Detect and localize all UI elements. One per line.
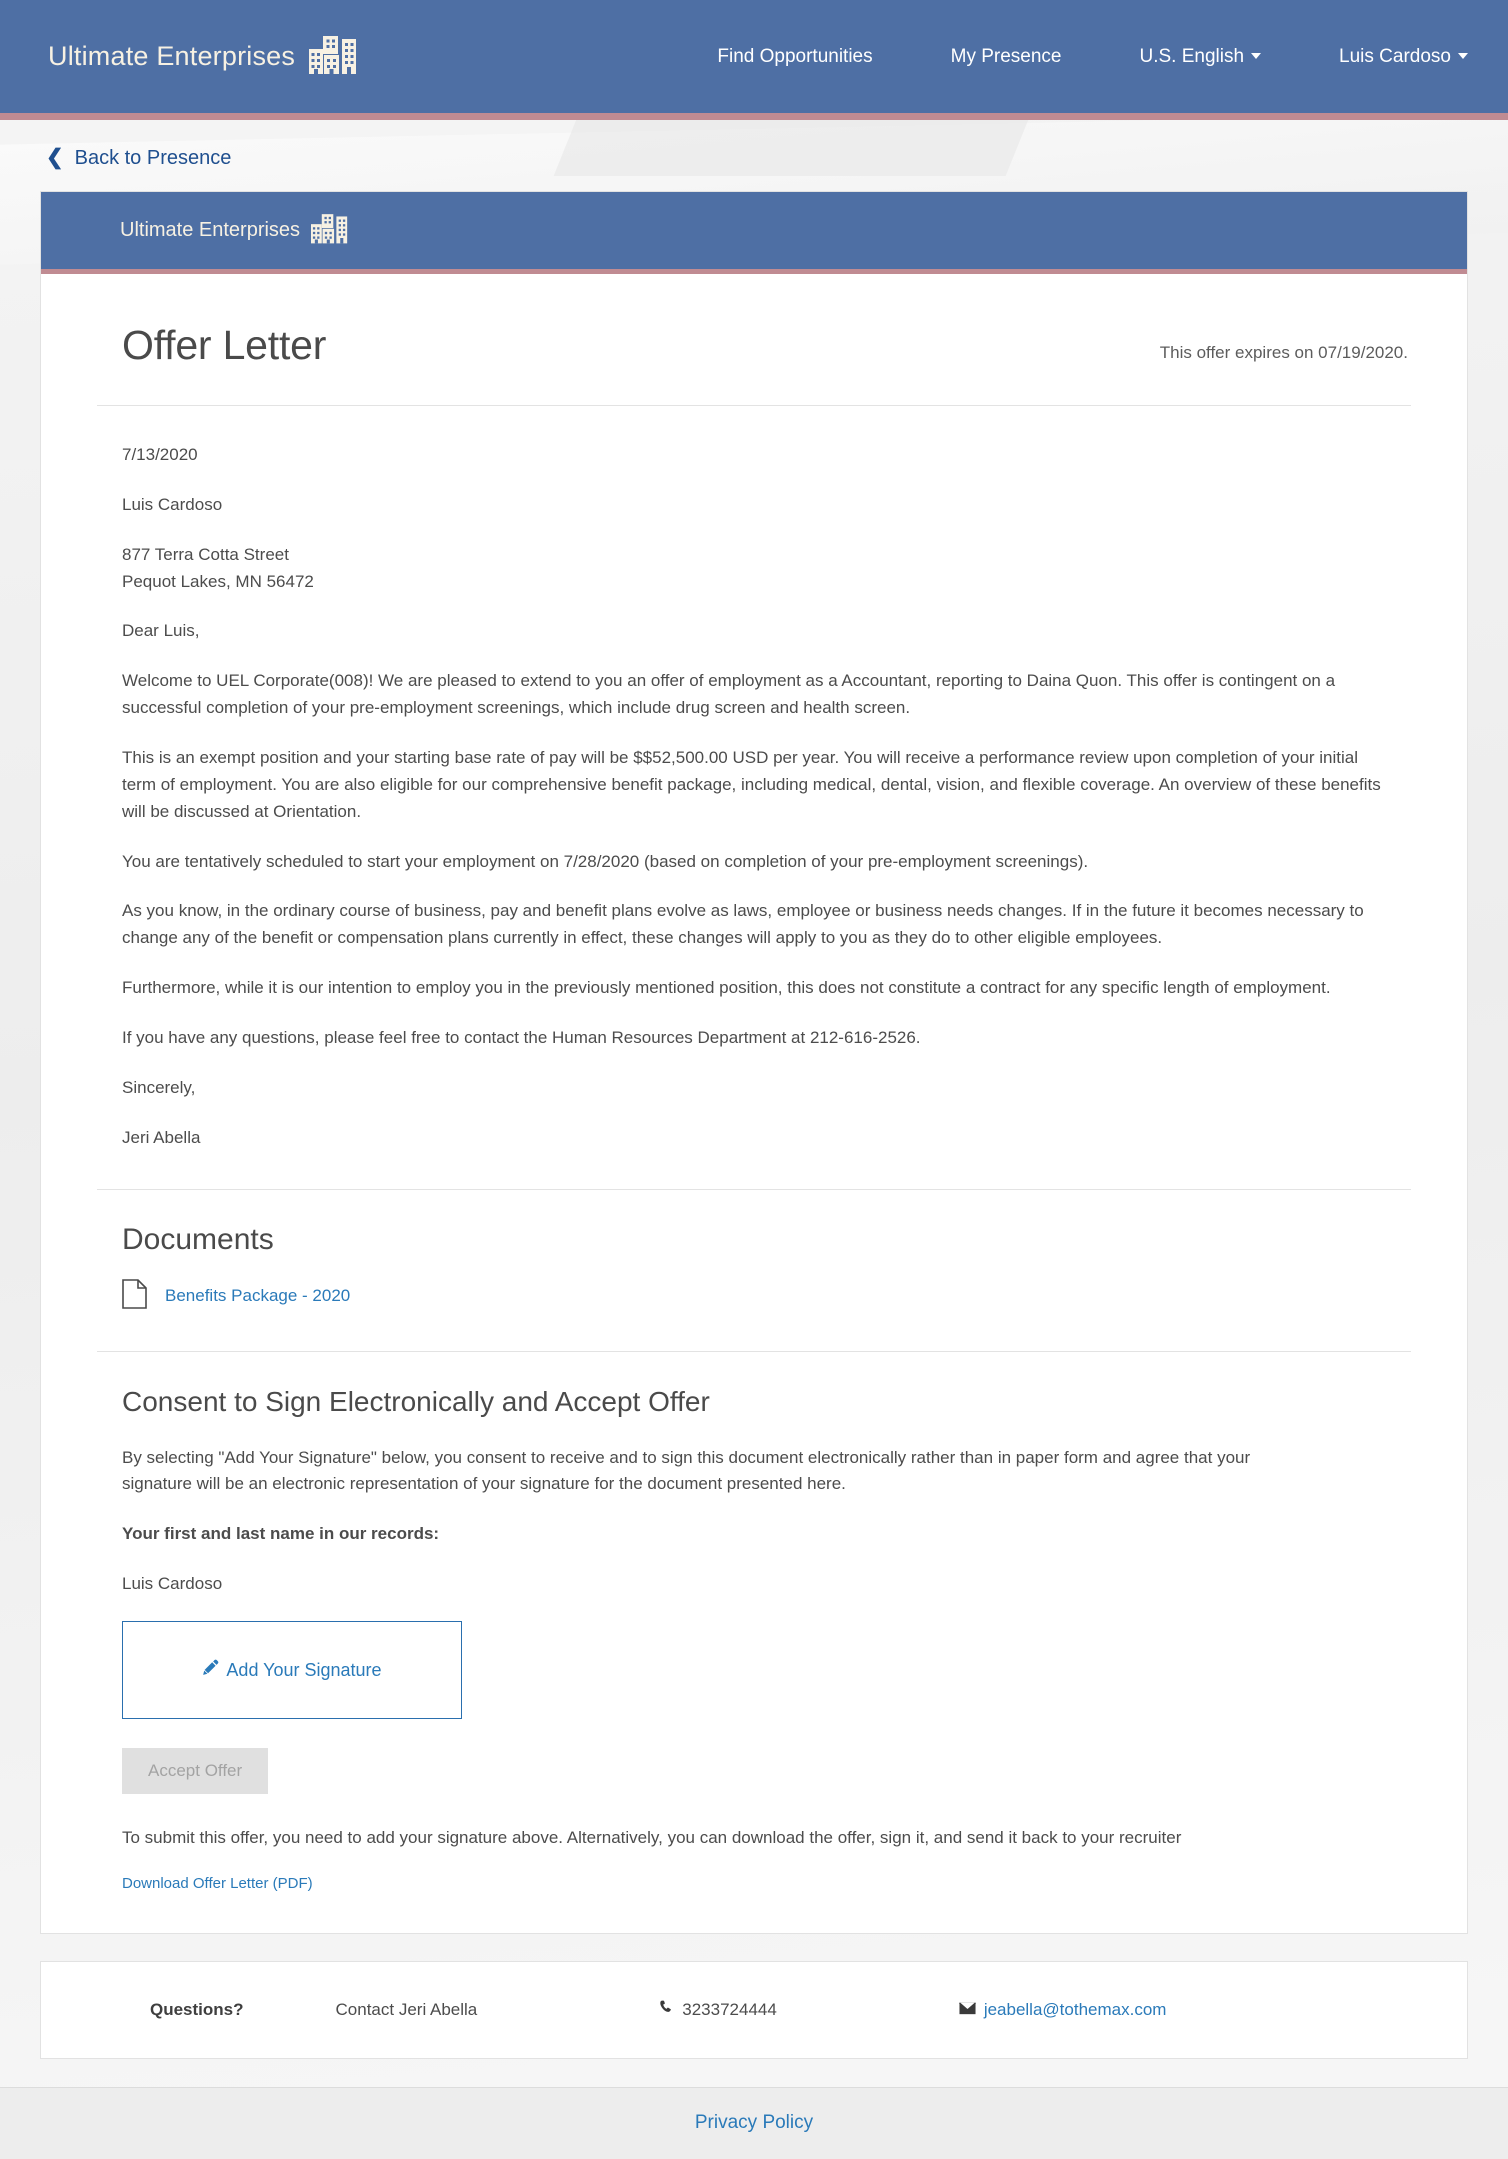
letter-closing: Sincerely,: [122, 1077, 196, 1097]
offer-card-body: Offer Letter This offer expires on 07/19…: [41, 274, 1467, 1933]
letter-date: 7/13/2020: [122, 445, 198, 464]
phone-icon: [659, 1999, 674, 2020]
nav-label: U.S. English: [1139, 45, 1245, 67]
letter-paragraph: You are tentatively scheduled to start y…: [122, 851, 1089, 871]
consent-heading: Consent to Sign Electronically and Accep…: [122, 1385, 710, 1417]
brand-name: Ultimate Enterprises: [48, 41, 296, 71]
documents-heading: Documents: [122, 1222, 274, 1256]
envelope-icon: [958, 2000, 976, 2020]
back-link-row: ❮ Back to Presence: [0, 120, 1508, 191]
nav-find-opportunities[interactable]: Find Opportunities: [717, 36, 872, 78]
page-title: Offer Letter: [122, 322, 327, 368]
nav-label: My Presence: [950, 45, 1062, 67]
section-divider: [97, 1350, 1411, 1352]
offer-title-row: Offer Letter This offer expires on 07/19…: [97, 314, 1411, 406]
back-to-presence-link[interactable]: ❮ Back to Presence: [46, 147, 231, 170]
privacy-policy-link[interactable]: Privacy Policy: [695, 2112, 813, 2134]
nav-user-menu[interactable]: Luis Cardoso: [1339, 36, 1468, 78]
card-brand-logo: Ultimate Enterprises: [120, 211, 351, 250]
records-name-value: Luis Cardoso: [122, 1574, 223, 1594]
nav-label: Luis Cardoso: [1339, 45, 1451, 67]
download-offer-letter-link[interactable]: Download Offer Letter (PDF): [122, 1875, 313, 1892]
letter-paragraph: This is an exempt position and your star…: [122, 748, 1381, 821]
accept-offer-button[interactable]: Accept Offer: [122, 1748, 269, 1795]
header-accent-bar: [0, 113, 1508, 120]
phone-number: 3233724444: [682, 1999, 777, 2019]
nav-label: Find Opportunities: [717, 45, 873, 67]
submit-helper-text: To submit this offer, you need to add yo…: [122, 1828, 1182, 1848]
offer-card-header: Ultimate Enterprises: [41, 192, 1467, 274]
offer-letter-body: 7/13/2020 Luis Cardoso 877 Terra Cotta S…: [97, 442, 1411, 1152]
chevron-left-icon: ❮: [46, 146, 64, 169]
letter-signer: Jeri Abella: [122, 1127, 201, 1147]
city-buildings-icon: [311, 211, 351, 250]
consent-body-text: By selecting "Add Your Signature" below,…: [122, 1447, 1251, 1494]
chevron-down-icon: [1251, 53, 1262, 60]
add-signature-label: Add Your Signature: [226, 1659, 382, 1680]
city-buildings-icon: [309, 32, 361, 81]
contact-email: jeabella@tothemax.com: [958, 2000, 1167, 2020]
letter-recipient-address: 877 Terra Cotta Street Pequot Lakes, MN …: [122, 544, 314, 591]
offer-expiry-text: This offer expires on 07/19/2020.: [1159, 343, 1408, 362]
main-navigation: Find Opportunities My Presence U.S. Engl…: [717, 36, 1468, 78]
letter-salutation: Dear Luis,: [122, 621, 200, 641]
offer-card-wrapper: Ultimate Enterprises Offer Letter This o…: [0, 191, 1508, 1934]
section-divider: [97, 1188, 1411, 1190]
contact-card: Questions? Contact Jeri Abella 323372444…: [40, 1960, 1468, 2059]
letter-paragraph: Welcome to UEL Corporate(008)! We are pl…: [122, 671, 1336, 718]
brand-logo[interactable]: Ultimate Enterprises: [48, 32, 361, 81]
nav-my-presence[interactable]: My Presence: [951, 36, 1062, 78]
offer-card: Ultimate Enterprises Offer Letter This o…: [40, 191, 1468, 1934]
email-link[interactable]: jeabella@tothemax.com: [984, 2000, 1167, 2020]
letter-paragraph: As you know, in the ordinary course of b…: [122, 901, 1364, 948]
chevron-down-icon: [1458, 53, 1468, 60]
consent-section: Consent to Sign Electronically and Accep…: [97, 1386, 1411, 1893]
nav-language-selector[interactable]: U.S. English: [1140, 36, 1262, 78]
top-navigation-bar: Ultimate Enterprises Find Opportunities …: [0, 0, 1508, 113]
card-brand-name: Ultimate Enterprises: [120, 219, 301, 241]
page-body: ❮ Back to Presence Ultimate Enterprises: [0, 120, 1508, 2159]
document-link[interactable]: Benefits Package - 2020: [165, 1286, 350, 1306]
letter-paragraph: Furthermore, while it is our intention t…: [122, 978, 1331, 998]
contact-name: Contact Jeri Abella: [335, 1999, 478, 2019]
letter-recipient-name: Luis Cardoso: [122, 494, 223, 514]
documents-section: Documents Benefits Package - 2020: [97, 1223, 1411, 1314]
pencil-icon: [202, 1659, 219, 1681]
add-signature-button[interactable]: Add Your Signature: [122, 1621, 462, 1720]
back-link-label: Back to Presence: [74, 147, 232, 169]
contact-phone: 3233724444: [659, 1999, 777, 2020]
questions-label: Questions?: [150, 1999, 244, 2019]
file-icon: [122, 1278, 147, 1314]
add-signature-label-group: Add Your Signature: [202, 1659, 382, 1681]
list-item[interactable]: Benefits Package - 2020: [122, 1278, 1386, 1314]
letter-paragraph: If you have any questions, please feel f…: [122, 1028, 921, 1048]
records-name-label: Your first and last name in our records:: [122, 1524, 440, 1544]
page-footer: Privacy Policy: [0, 2086, 1508, 2159]
